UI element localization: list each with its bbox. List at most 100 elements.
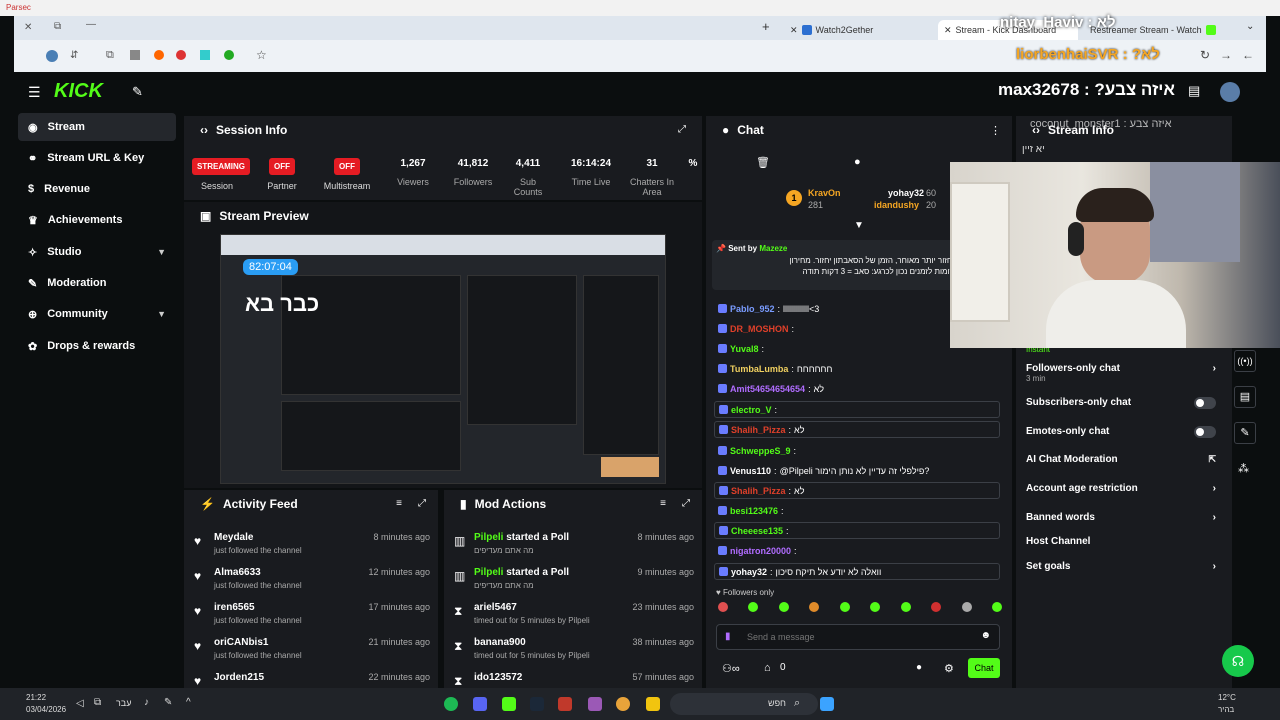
app-icon[interactable] <box>558 697 572 711</box>
chat-username[interactable]: Yuval8 <box>730 344 759 354</box>
chat-username[interactable]: Cheeese135 <box>731 526 783 536</box>
emote-icon[interactable] <box>931 602 942 612</box>
chat-username[interactable]: Amit54654654654 <box>730 384 805 394</box>
chat-username[interactable]: Shalih_Pizza <box>731 486 786 496</box>
reload-icon[interactable]: ↻ <box>1200 48 1210 62</box>
chat-bubble-icon[interactable]: ● <box>916 662 922 673</box>
inbox-icon[interactable]: ▤ <box>1188 83 1200 99</box>
app-icon[interactable] <box>588 697 602 711</box>
emote-icon[interactable] <box>961 602 972 612</box>
file-explorer-icon[interactable] <box>646 697 660 711</box>
trash-icon[interactable]: 🗑 <box>756 156 770 169</box>
emoji-icon[interactable]: ☻ <box>980 630 991 641</box>
hamburger-menu-icon[interactable]: ☰ <box>28 84 41 101</box>
discord-icon[interactable] <box>473 697 487 711</box>
expand-icon[interactable]: ⤢ <box>682 498 690 509</box>
gear-icon[interactable]: ⚙ <box>944 662 954 675</box>
expand-icon[interactable]: ⤢ <box>678 124 686 135</box>
sidebar-item-stream[interactable]: ◉ Stream <box>18 113 176 141</box>
close-tab-icon[interactable]: ✕ <box>790 25 798 36</box>
filter-icon[interactable]: ≡ <box>396 498 402 509</box>
extension-icon[interactable] <box>176 50 186 60</box>
chat-username[interactable]: TumbaLumba <box>730 364 788 374</box>
extension-icon[interactable]: ⇵ <box>70 50 78 61</box>
chat-username[interactable]: Venus110 <box>730 466 771 476</box>
mic-icon[interactable]: ♪ <box>144 697 149 708</box>
subscribers-only-toggle[interactable] <box>1194 397 1216 409</box>
setting-account-age[interactable]: Account age restriction › <box>1026 483 1216 494</box>
close-icon[interactable]: ✕ <box>24 22 32 33</box>
steam-icon[interactable] <box>530 697 544 711</box>
chat-username[interactable]: electro_V <box>731 405 772 415</box>
search-box[interactable]: חפש ⌕ <box>670 693 818 715</box>
language-label[interactable]: עבר <box>116 698 131 708</box>
chevron-down-icon[interactable]: ⌄ <box>1246 21 1254 32</box>
setting-followers-only[interactable]: Followers-only chat 3 min › <box>1026 363 1216 383</box>
extension-icon[interactable] <box>200 50 210 60</box>
minimize-icon[interactable]: — <box>86 19 96 30</box>
mic-icon[interactable]: ▮ <box>725 631 731 642</box>
sidebar-item-moderation[interactable]: ✎ Moderation <box>18 269 176 297</box>
emote-icon[interactable] <box>809 602 820 612</box>
avatar[interactable] <box>1220 82 1240 102</box>
back-icon[interactable]: ← <box>1242 48 1254 62</box>
sidebar-item-drops[interactable]: ✿ Drops & rewards <box>18 332 176 360</box>
pen-icon[interactable]: ✎ <box>164 697 172 708</box>
kick-app-icon[interactable] <box>502 697 516 711</box>
spotify-icon[interactable] <box>444 697 458 711</box>
chat-username[interactable]: nigatron20000 <box>730 546 791 556</box>
emote-icon[interactable] <box>748 602 759 612</box>
kick-logo[interactable]: KICK <box>54 80 103 103</box>
community-icon[interactable]: ⁂ <box>1238 462 1249 475</box>
sidebar-item-community[interactable]: ⊕ Community ▼ <box>18 300 176 328</box>
gift-icon[interactable]: ⌂ <box>764 662 771 674</box>
more-icon[interactable]: ⋮ <box>990 124 1001 137</box>
network-icon[interactable]: ⧉ <box>94 697 101 708</box>
emote-icon[interactable] <box>778 602 789 612</box>
chat-send-button[interactable]: Chat <box>968 658 1000 678</box>
clipboard-icon[interactable]: ▤ <box>1234 386 1256 408</box>
emote-icon[interactable] <box>991 602 1002 612</box>
chrome-icon[interactable] <box>616 697 630 711</box>
stream-preview-video[interactable]: 82:07:04 כבר בא <box>220 234 666 484</box>
chat-username[interactable]: SchweppeS_9 <box>730 446 791 456</box>
emotes-only-toggle[interactable] <box>1194 426 1216 438</box>
sidebar-item-studio[interactable]: ✧ Studio ▼ <box>18 238 176 266</box>
emote-icon[interactable] <box>839 602 850 612</box>
setting-host-channel[interactable]: Host Channel <box>1026 536 1216 547</box>
expand-icon[interactable]: ⤢ <box>418 498 426 509</box>
chat-username[interactable]: DR_MOSHON <box>730 324 789 334</box>
setting-set-goals[interactable]: Set goals › <box>1026 561 1216 572</box>
extension-icon[interactable] <box>154 50 164 60</box>
support-button[interactable]: ☊ <box>1222 645 1254 677</box>
sidebar-item-achievements[interactable]: ♛ Achievements <box>18 206 176 234</box>
pin-icon[interactable]: ✎ <box>132 84 143 100</box>
chat-username[interactable]: yohay32 <box>731 567 767 577</box>
setting-ai-moderation[interactable]: AI Chat Moderation ⇱ <box>1026 454 1216 465</box>
chat-username[interactable]: Shalih_Pizza <box>731 425 786 435</box>
sidebar-item-stream-url[interactable]: ⚭ Stream URL & Key <box>18 144 176 172</box>
emote-icon[interactable] <box>718 602 728 612</box>
chevron-up-icon[interactable]: ^ <box>186 697 191 708</box>
speaker-icon[interactable]: ◁ <box>76 698 84 709</box>
new-tab-icon[interactable]: + <box>762 19 770 34</box>
tab-watch2gether[interactable]: ✕ Watch2Gether <box>786 20 926 40</box>
chat-username[interactable]: Pablo_952 <box>730 304 775 314</box>
close-tab-icon[interactable]: ✕ <box>944 25 952 36</box>
chat-username[interactable]: besi123476 <box>730 506 778 516</box>
extension-icon[interactable] <box>46 50 58 62</box>
users-icon[interactable]: ⚇∞ <box>722 662 740 675</box>
chat-message-input[interactable] <box>747 629 967 645</box>
emote-icon[interactable] <box>900 602 911 612</box>
sidebar-item-revenue[interactable]: $ Revenue <box>18 175 176 203</box>
broadcast-icon[interactable]: ((•)) <box>1234 350 1256 372</box>
extension-icon[interactable] <box>224 50 234 60</box>
restore-icon[interactable]: ⧉ <box>54 21 61 32</box>
forward-icon[interactable]: → <box>1220 48 1232 62</box>
extension-icon[interactable]: ⧉ <box>106 49 114 62</box>
setting-banned-words[interactable]: Banned words › <box>1026 512 1216 523</box>
wrench-icon[interactable]: ✎ <box>1234 422 1256 444</box>
filter-icon[interactable]: ≡ <box>660 498 666 509</box>
chat-icon[interactable]: ● <box>854 156 861 168</box>
windows-start-icon[interactable] <box>820 697 834 711</box>
